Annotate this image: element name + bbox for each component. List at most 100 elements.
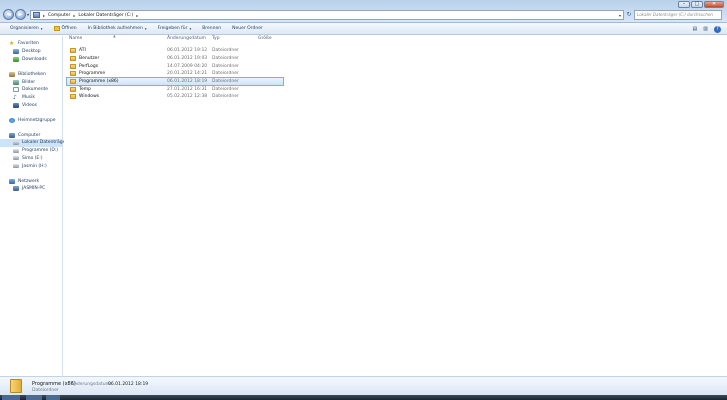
forward-button[interactable]: ► bbox=[15, 9, 26, 20]
table-row[interactable]: ATI 06.01.2012 19:12 Dateiordner bbox=[67, 47, 283, 55]
help-icon[interactable]: ? bbox=[714, 26, 721, 33]
details-item-type: Dateiordner bbox=[32, 388, 59, 393]
sidebar-item-documents[interactable]: Dokumente bbox=[0, 86, 62, 94]
sidebar-item-pictures[interactable]: Bilder bbox=[0, 78, 62, 86]
share-with-label: Freigeben für bbox=[157, 26, 188, 31]
maximize-button[interactable]: □ bbox=[691, 1, 703, 8]
breadcrumb-separator[interactable]: ▸ bbox=[136, 13, 138, 18]
sidebar-item-homegroup[interactable]: Heimnetzgruppe bbox=[0, 116, 62, 124]
sidebar-item-programme-d[interactable]: Programme (D:) bbox=[0, 147, 62, 155]
breadcrumb-local-disk[interactable]: Lokaler Datenträger (C:) bbox=[78, 13, 133, 18]
sidebar-item-label: Desktop bbox=[22, 49, 41, 55]
computer-icon bbox=[9, 132, 15, 138]
file-name-cell: Temp bbox=[67, 86, 167, 92]
file-list: Name Änderungsdatum Typ Größe ▲ ATI 06.0… bbox=[64, 34, 727, 376]
computer-group: Computer Lokaler Datenträger Programme (… bbox=[0, 131, 67, 170]
folder-icon bbox=[10, 379, 22, 393]
sidebar-item-label: Simo (E:) bbox=[22, 155, 43, 161]
table-row[interactable]: Temp 27.01.2012 16:31 Dateiordner bbox=[67, 85, 283, 93]
breadcrumb-separator[interactable]: ▸ bbox=[43, 13, 45, 18]
sort-indicator-icon: ▲ bbox=[113, 34, 116, 38]
video-icon bbox=[13, 102, 19, 108]
sidebar-item-label: Bilder bbox=[22, 79, 36, 85]
add-to-library-label: In Bibliothek aufnehmen bbox=[87, 26, 143, 31]
file-name-cell: Programme bbox=[67, 71, 167, 77]
table-row[interactable]: Benutzer 06.01.2012 19:03 Dateiordner bbox=[67, 55, 283, 63]
column-headers: Name Änderungsdatum Typ Größe ▲ bbox=[64, 34, 727, 44]
file-date: 06.01.2012 19:03 bbox=[167, 56, 208, 62]
file-date: 05.02.2012 12:38 bbox=[167, 94, 208, 100]
folder-open-icon bbox=[53, 26, 60, 31]
sidebar-item-simo-e[interactable]: Simo (E:) bbox=[0, 155, 62, 163]
address-dropdown-icon[interactable]: ▾ bbox=[619, 13, 621, 18]
navigation-buttons: ◄ ► ▾ bbox=[3, 9, 32, 20]
desktop-icon bbox=[13, 49, 19, 55]
sidebar-item-music[interactable]: ♪ Musik bbox=[0, 94, 62, 102]
refresh-icon[interactable]: ↻ bbox=[625, 10, 633, 20]
sidebar-item-jasmin-h[interactable]: Jasmin (H:) bbox=[0, 162, 62, 170]
add-to-library-button[interactable]: In Bibliothek aufnehmen ▾ bbox=[88, 26, 147, 31]
drive-icon bbox=[13, 156, 19, 161]
share-with-button[interactable]: Freigeben für ▾ bbox=[158, 26, 192, 31]
drive-icon bbox=[13, 140, 19, 145]
pictures-icon bbox=[13, 79, 19, 85]
file-name: Programme bbox=[79, 71, 106, 77]
address-bar[interactable]: ▸ Computer ▸ Lokaler Datenträger (C:) ▸ … bbox=[30, 10, 624, 20]
table-row[interactable]: Programme 20.01.2012 14:21 Dateiordner bbox=[67, 70, 283, 78]
sidebar-item-label: Jasmin (H:) bbox=[22, 163, 47, 169]
new-folder-button[interactable]: Neuer Ordner bbox=[232, 26, 263, 31]
table-row-selected[interactable]: Programme (x86) 06.01.2012 18:19 Dateior… bbox=[66, 76, 284, 87]
table-row[interactable]: PerfLogs 14.07.2009 04:20 Dateiordner bbox=[67, 62, 283, 70]
chevron-down-icon: ▾ bbox=[40, 26, 43, 31]
drive-icon bbox=[13, 148, 19, 153]
sidebar-item-jasmin-pc[interactable]: JASMIN-PC bbox=[0, 185, 62, 193]
folder-icon bbox=[70, 86, 76, 92]
preview-pane-icon[interactable]: ▥ bbox=[703, 26, 708, 33]
network-group: Netzwerk JASMIN-PC bbox=[0, 177, 62, 193]
file-name: ATI bbox=[79, 48, 86, 54]
column-header-type[interactable]: Typ bbox=[212, 36, 258, 43]
drive-icon bbox=[13, 164, 19, 169]
breadcrumb-computer[interactable]: Computer bbox=[48, 13, 70, 18]
computer-icon bbox=[13, 186, 19, 192]
taskbar-start-button[interactable] bbox=[2, 395, 20, 400]
file-name-cell: Windows bbox=[67, 94, 167, 100]
sidebar-item-desktop[interactable]: Desktop bbox=[0, 48, 62, 56]
sidebar-item-local-disk[interactable]: Lokaler Datenträger bbox=[0, 138, 67, 147]
burn-button[interactable]: Brennen bbox=[202, 26, 221, 31]
table-row[interactable]: Windows 05.02.2012 12:38 Dateiordner bbox=[67, 93, 283, 101]
sidebar-item-label: Favoriten bbox=[18, 41, 39, 47]
new-folder-label: Neuer Ordner bbox=[232, 26, 263, 31]
sidebar-item-libraries[interactable]: Bibliotheken bbox=[0, 70, 62, 78]
title-bar: – □ ✕ ◄ ► ▾ ▸ Computer ▸ Lokaler Datentr… bbox=[0, 0, 727, 23]
star-icon: ★ bbox=[9, 40, 15, 48]
close-button[interactable]: ✕ bbox=[704, 1, 724, 8]
file-type: Dateiordner bbox=[212, 79, 239, 85]
organize-button[interactable]: Organisieren ▾ bbox=[10, 26, 43, 31]
library-icon bbox=[9, 71, 15, 77]
column-header-size[interactable]: Größe bbox=[258, 36, 298, 43]
sidebar-item-label: Videos bbox=[22, 102, 37, 108]
open-button[interactable]: Öffnen bbox=[53, 26, 77, 31]
back-button[interactable]: ◄ bbox=[3, 9, 14, 20]
sidebar-item-videos[interactable]: Videos bbox=[0, 102, 62, 110]
taskbar-app-button[interactable] bbox=[46, 395, 60, 400]
file-name: Benutzer bbox=[79, 56, 100, 62]
chevron-down-icon: ▾ bbox=[144, 26, 147, 31]
sidebar-item-favorites[interactable]: ★ Favoriten bbox=[0, 40, 62, 48]
sidebar-item-network[interactable]: Netzwerk bbox=[0, 177, 62, 185]
sidebar-item-label: Heimnetzgruppe bbox=[18, 117, 56, 123]
column-header-date[interactable]: Änderungsdatum bbox=[167, 36, 212, 43]
minimize-button[interactable]: – bbox=[678, 1, 690, 8]
taskbar-explorer-button[interactable] bbox=[26, 395, 42, 400]
breadcrumb-separator[interactable]: ▸ bbox=[73, 13, 75, 18]
file-type: Dateiordner bbox=[212, 71, 239, 77]
chevron-down-icon: ▾ bbox=[189, 26, 192, 31]
sidebar-item-downloads[interactable]: Downloads bbox=[0, 56, 62, 64]
file-name: PerfLogs bbox=[79, 63, 99, 69]
sidebar-item-computer[interactable]: Computer bbox=[0, 131, 62, 139]
change-view-icon[interactable]: ▤ bbox=[693, 26, 698, 33]
file-date: 20.01.2012 14:21 bbox=[167, 71, 208, 77]
sidebar-item-label: Lokaler Datenträger bbox=[22, 140, 68, 146]
search-input[interactable]: Lokaler Datenträger (C:) durchsuchen bbox=[634, 10, 722, 20]
